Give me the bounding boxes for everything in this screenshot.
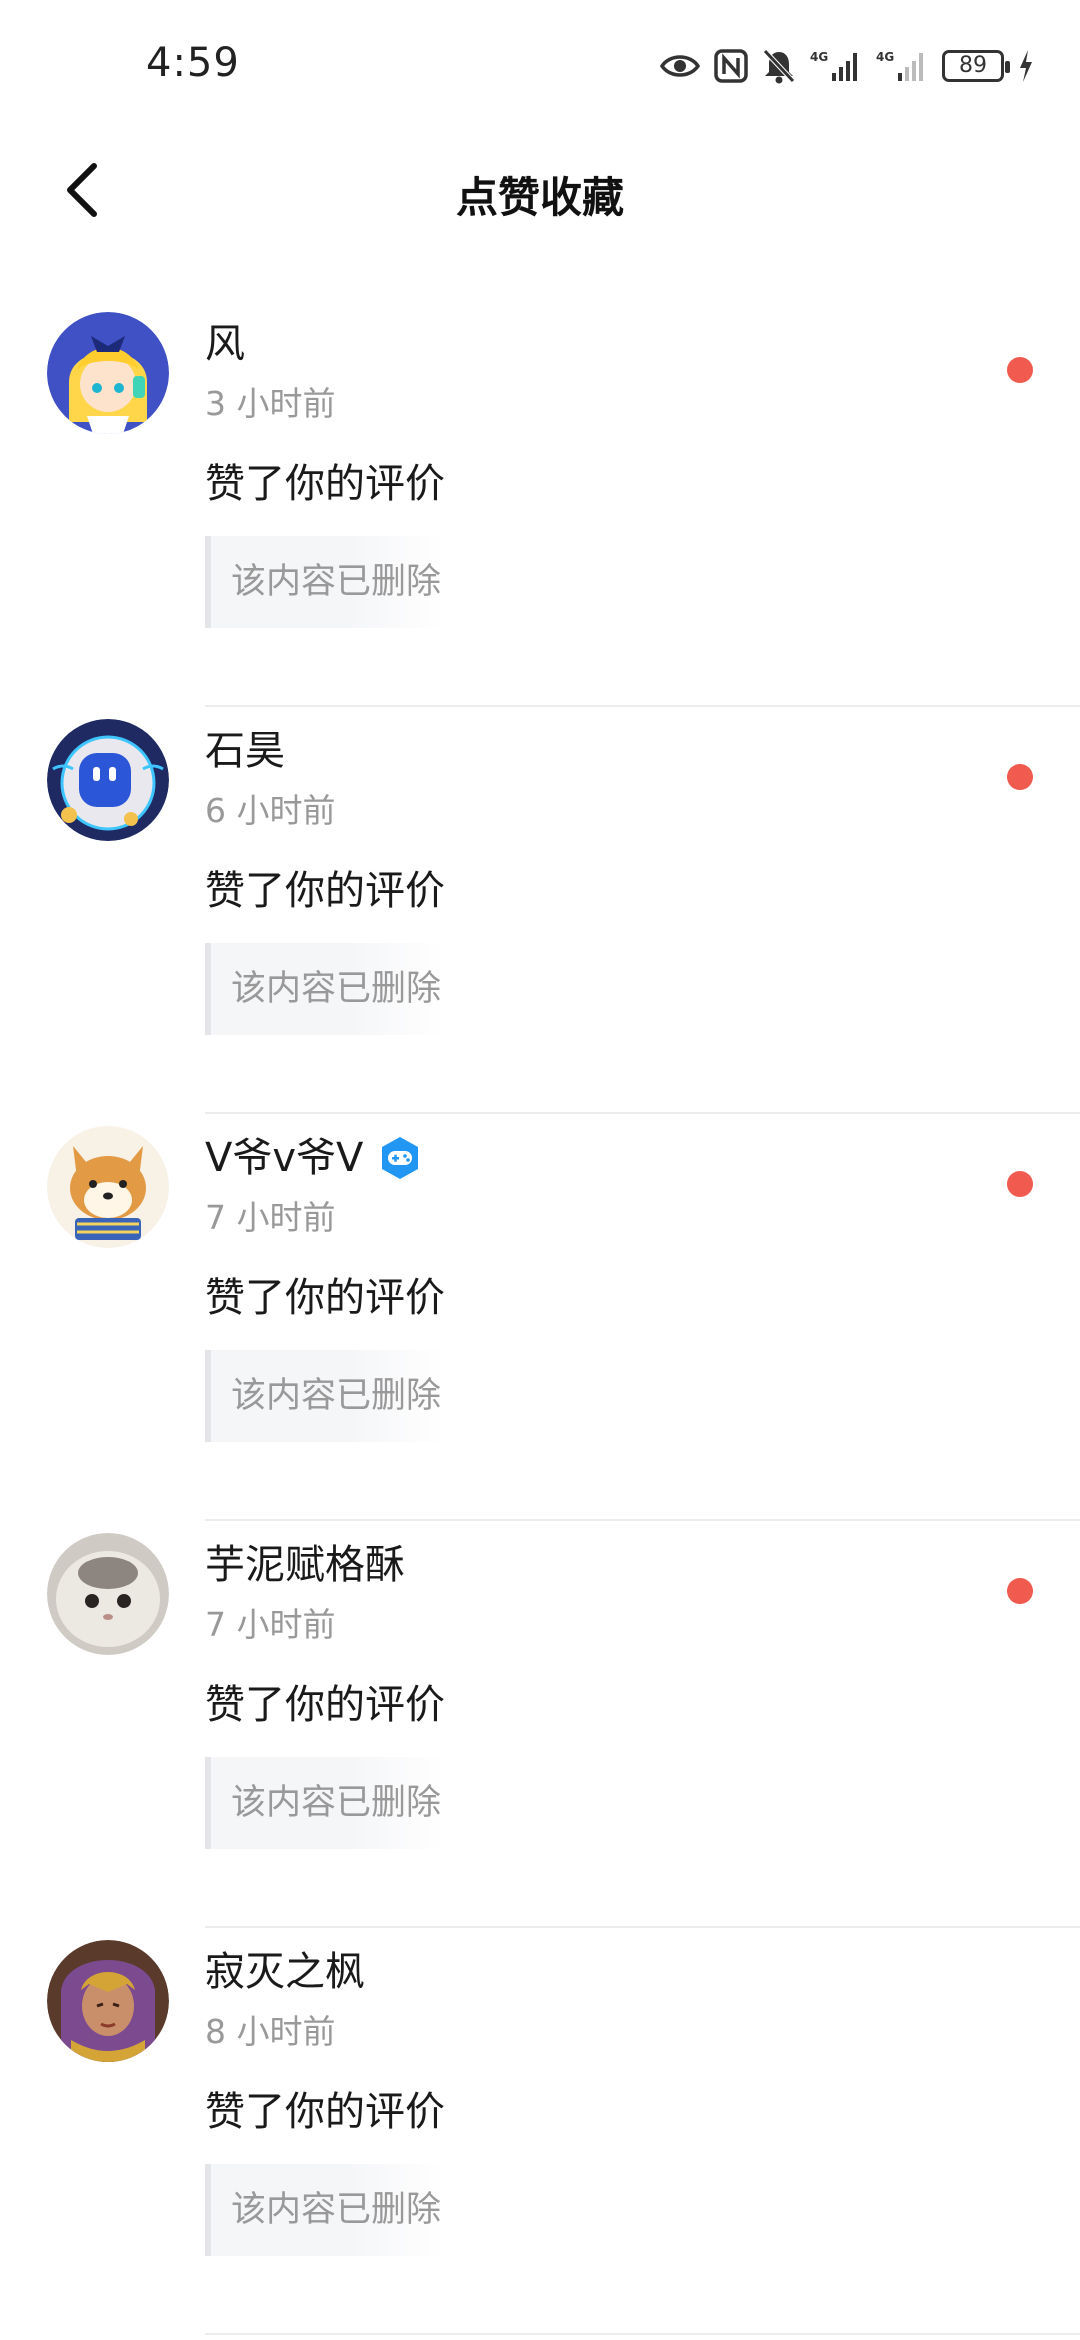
quoted-content[interactable]: 该内容已删除 xyxy=(205,536,445,628)
quoted-content[interactable]: 该内容已删除 xyxy=(205,2164,445,2256)
signal-4g-icon: 4G xyxy=(876,50,923,81)
timestamp: 8 小时前 xyxy=(205,2012,336,2051)
username[interactable]: 寂灭之枫 xyxy=(205,1944,365,2000)
status-bar: 4:59 4G 4G 89 xyxy=(0,0,1080,134)
username[interactable]: 芋泥赋格酥 xyxy=(205,1537,405,1593)
divider xyxy=(205,2333,1080,2335)
action-text: 赞了你的评价 xyxy=(205,868,445,914)
timestamp: 7 小时前 xyxy=(205,1605,336,1644)
avatar[interactable] xyxy=(47,1126,169,1248)
app-header: 点赞收藏 xyxy=(0,134,1080,246)
gamepad-badge-icon xyxy=(382,1137,419,1179)
action-text: 赞了你的评价 xyxy=(205,461,445,507)
action-text: 赞了你的评价 xyxy=(205,2089,445,2135)
list-item[interactable]: 寂灭之枫 8 小时前 赞了你的评价 该内容已删除 xyxy=(0,1928,1080,2335)
list-item[interactable]: 石昊 6 小时前 赞了你的评价 该内容已删除 xyxy=(0,707,1080,1114)
svg-text:4G: 4G xyxy=(876,50,894,64)
avatar[interactable] xyxy=(47,719,169,841)
list-item[interactable]: V爷v爷V 7 小时前 赞了你的评价 该内容已删除 xyxy=(0,1114,1080,1521)
avatar[interactable] xyxy=(47,312,169,434)
bell-off-icon xyxy=(763,49,795,84)
notification-list: 风 3 小时前 赞了你的评价 该内容已删除 石昊 6 小时前 赞了你的评价 该内… xyxy=(0,300,1080,2335)
nfc-icon xyxy=(714,49,748,83)
unread-dot xyxy=(1007,1578,1033,1604)
action-text: 赞了你的评价 xyxy=(205,1682,445,1728)
status-icons: 4G 4G 89 xyxy=(660,44,1034,88)
battery-icon: 89 xyxy=(942,50,1010,82)
avatar[interactable] xyxy=(47,1533,169,1655)
name-row: V爷v爷V xyxy=(205,1130,423,1186)
timestamp: 7 小时前 xyxy=(205,1198,336,1237)
page-title: 点赞收藏 xyxy=(455,173,624,222)
name-row: 芋泥赋格酥 xyxy=(205,1537,405,1593)
list-item[interactable]: 芋泥赋格酥 7 小时前 赞了你的评价 该内容已删除 xyxy=(0,1521,1080,1928)
quoted-content[interactable]: 该内容已删除 xyxy=(205,1350,445,1442)
status-time: 4:59 xyxy=(146,40,240,86)
avatar[interactable] xyxy=(47,1940,169,2062)
signal-4g-icon: 4G xyxy=(810,50,857,81)
unread-dot xyxy=(1007,764,1033,790)
timestamp: 3 小时前 xyxy=(205,384,336,423)
username[interactable]: 风 xyxy=(205,316,245,372)
charging-icon xyxy=(1020,50,1032,82)
timestamp: 6 小时前 xyxy=(205,791,336,830)
eye-icon xyxy=(660,55,700,77)
name-row: 石昊 xyxy=(205,723,285,779)
unread-dot xyxy=(1007,1171,1033,1197)
name-row: 风 xyxy=(205,316,245,372)
list-item[interactable]: 风 3 小时前 赞了你的评价 该内容已删除 xyxy=(0,300,1080,707)
action-text: 赞了你的评价 xyxy=(205,1275,445,1321)
username[interactable]: 石昊 xyxy=(205,723,285,779)
quoted-content[interactable]: 该内容已删除 xyxy=(205,943,445,1035)
username[interactable]: V爷v爷V xyxy=(205,1130,363,1186)
unread-dot xyxy=(1007,357,1033,383)
quoted-content[interactable]: 该内容已删除 xyxy=(205,1757,445,1849)
svg-text:4G: 4G xyxy=(810,50,828,64)
name-row: 寂灭之枫 xyxy=(205,1944,365,2000)
